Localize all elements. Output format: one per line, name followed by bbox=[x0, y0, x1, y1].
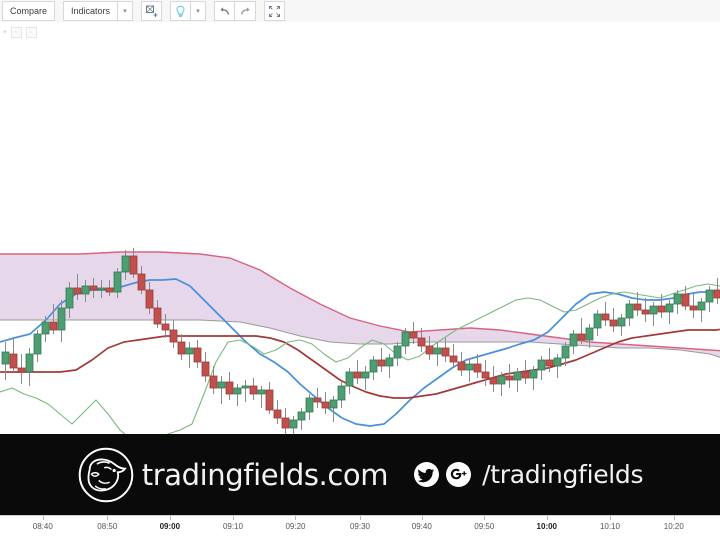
idea-dropdown-button[interactable]: ▾ bbox=[191, 1, 207, 21]
axis-tick-label: 09:10 bbox=[222, 522, 243, 531]
indicators-button[interactable]: Indicators bbox=[63, 1, 119, 21]
subbar-box-1[interactable]: ▫ bbox=[10, 26, 22, 38]
axis-tick-label: 09:40 bbox=[411, 522, 432, 531]
axis-tick-label: 09:00 bbox=[159, 522, 181, 531]
axis-tick bbox=[673, 516, 675, 520]
draw-group bbox=[141, 1, 163, 21]
trading-chart-screen: Compare Indicators ▾ ▾ ▾ ▫ ▫ tradingfiel… bbox=[0, 0, 720, 541]
undo-arrow-icon bbox=[220, 6, 230, 15]
axis-tick bbox=[609, 516, 611, 520]
axis-tick-label: 10:10 bbox=[599, 522, 620, 531]
axis-tick-label: 08:40 bbox=[32, 522, 53, 531]
social-handle: /tradingfields bbox=[482, 460, 644, 489]
axis-tick bbox=[546, 516, 548, 520]
axis-tick bbox=[295, 516, 297, 520]
small-box-icon: ▫ bbox=[14, 28, 18, 36]
axis-tick-label: 10:00 bbox=[536, 522, 558, 531]
social-links: /tradingfields bbox=[414, 460, 644, 489]
axis-tick bbox=[107, 516, 109, 520]
banner-content: tradingfields.com /tradingfields bbox=[77, 446, 644, 504]
axis-tick-label: 08:50 bbox=[97, 522, 118, 531]
fullscreen-icon bbox=[269, 5, 281, 17]
undo-button[interactable] bbox=[214, 1, 236, 21]
redo-button[interactable] bbox=[235, 1, 257, 21]
google-plus-icon[interactable] bbox=[446, 462, 472, 487]
axis-tick bbox=[232, 516, 234, 520]
time-axis: 08:40 08:50 09:00 09:10 09:20 09:30 09:40 09:50… bbox=[0, 515, 720, 541]
indicators-dropdown-button[interactable]: ▾ bbox=[118, 1, 134, 21]
chart-subbar: ▾ ▫ ▫ bbox=[0, 22, 720, 42]
lightbulb-icon bbox=[176, 5, 185, 17]
chevron-down-icon: ▾ bbox=[123, 7, 127, 15]
brand-name: tradingfields.com bbox=[141, 457, 389, 492]
axis-tick bbox=[42, 516, 44, 520]
axis-tick bbox=[484, 516, 486, 520]
twitter-bird-icon[interactable] bbox=[414, 462, 440, 487]
idea-button[interactable] bbox=[170, 1, 192, 21]
axis-tick-label: 09:20 bbox=[285, 522, 306, 531]
watermark-banner: tradingfields.com /tradingfields bbox=[0, 434, 720, 515]
axis-tick bbox=[421, 516, 423, 520]
indicators-group: Indicators ▾ bbox=[63, 1, 134, 21]
chevron-down-icon: ▾ bbox=[196, 7, 200, 15]
small-box-icon: ▫ bbox=[29, 28, 33, 36]
redo-arrow-icon bbox=[240, 6, 250, 15]
compare-button[interactable]: Compare bbox=[2, 1, 56, 21]
draw-object-add-button[interactable] bbox=[141, 1, 163, 21]
subbar-chevron-icon[interactable]: ▾ bbox=[3, 29, 7, 36]
draw-object-add-icon bbox=[146, 5, 158, 17]
fullscreen-group bbox=[264, 1, 286, 21]
bull-head-logo-icon bbox=[78, 447, 134, 502]
axis-tick-label: 10:20 bbox=[663, 522, 684, 531]
candlestick-chart[interactable] bbox=[0, 42, 720, 434]
idea-group: ▾ bbox=[170, 1, 207, 21]
compare-group: Compare bbox=[2, 1, 56, 21]
chart-canvas bbox=[0, 248, 720, 434]
fullscreen-button[interactable] bbox=[264, 1, 286, 21]
axis-tick-label: 09:50 bbox=[474, 522, 495, 531]
chart-toolbar: Compare Indicators ▾ ▾ bbox=[0, 0, 720, 23]
axis-tick-label: 09:30 bbox=[349, 522, 371, 531]
history-group bbox=[214, 1, 257, 21]
axis-tick bbox=[169, 516, 171, 520]
subbar-box-2[interactable]: ▫ bbox=[25, 26, 37, 38]
axis-tick bbox=[360, 516, 361, 520]
